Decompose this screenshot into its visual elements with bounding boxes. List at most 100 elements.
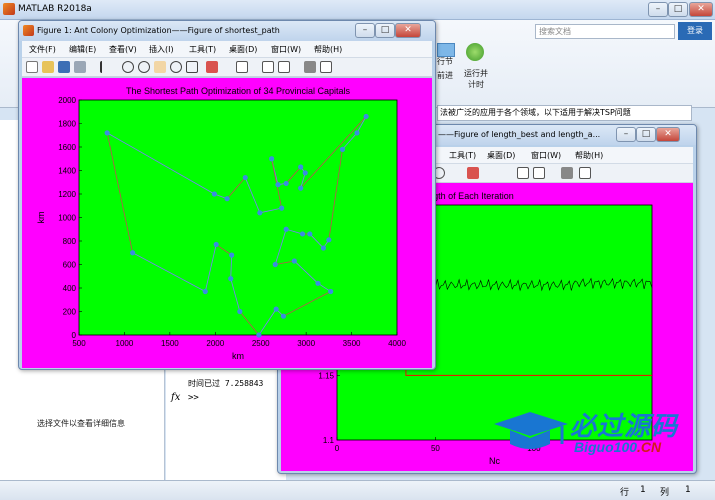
y-tick-label-4: 800: [63, 237, 77, 246]
close-button[interactable]: ✕: [689, 2, 713, 17]
menu-desktop[interactable]: 桌面(D): [229, 44, 257, 55]
city-point: [211, 191, 217, 197]
city-point: [229, 252, 235, 258]
city-point: [291, 258, 297, 264]
y-tick-label-1: 1.15: [318, 371, 334, 380]
y-tick-label-6: 1200: [58, 190, 76, 199]
menu-tools[interactable]: 工具(T): [189, 44, 216, 55]
x-tick-label-2: 1500: [161, 339, 179, 348]
city-point: [339, 146, 346, 152]
link-plot-icon[interactable]: [236, 61, 248, 73]
pointer-icon[interactable]: [100, 61, 112, 73]
city-point: [273, 306, 279, 312]
y-tick-label-3: 600: [63, 261, 77, 270]
figure1-close-button[interactable]: ✕: [395, 23, 421, 38]
hide-tools-icon[interactable]: [304, 61, 316, 73]
legend-icon[interactable]: [533, 167, 545, 179]
open-icon[interactable]: [42, 61, 54, 73]
chart-title: The Shortest Path Optimization of 34 Pro…: [126, 86, 351, 96]
brush-icon[interactable]: [467, 167, 479, 179]
city-point: [213, 241, 219, 248]
city-point: [299, 231, 306, 237]
figure2-maximize-button[interactable]: □: [636, 127, 656, 142]
login-button[interactable]: 登录: [678, 22, 712, 40]
zoom-out-icon[interactable]: [138, 61, 150, 73]
colorbar-icon[interactable]: [517, 167, 529, 179]
menu-tools[interactable]: 工具(T): [449, 150, 476, 161]
dock-icon[interactable]: [579, 167, 591, 179]
figure1-menubar: 文件(F) 编辑(E) 查看(V) 插入(I) 工具(T) 桌面(D) 窗口(W…: [22, 41, 432, 58]
new-figure-icon[interactable]: [26, 61, 38, 73]
figure2-minimize-button[interactable]: –: [616, 127, 636, 142]
ribbon-cmd-1-top[interactable]: 行节: [437, 56, 453, 67]
figure1-maximize-button[interactable]: □: [375, 23, 395, 38]
menu-window[interactable]: 窗口(W): [271, 44, 301, 55]
pan-icon[interactable]: [154, 61, 166, 73]
hide-tools-icon[interactable]: [561, 167, 573, 179]
city-point: [280, 313, 287, 319]
save-icon[interactable]: [58, 61, 70, 73]
shortest-path-chart: The Shortest Path Optimization of 34 Pro…: [36, 86, 406, 361]
brush-icon[interactable]: [206, 61, 218, 73]
menu-help[interactable]: 帮助(H): [575, 150, 603, 161]
status-bar: 行 1 列 1: [0, 480, 715, 500]
figure1-minimize-button[interactable]: –: [355, 23, 375, 38]
data-cursor-icon[interactable]: [186, 61, 198, 73]
x-tick-label-4: 2500: [252, 339, 270, 348]
city-point: [363, 113, 369, 120]
y-tick-label-0: 1.1: [323, 436, 335, 445]
address-bar[interactable]: 法被广泛的应用于各个领域，以下适用于解决TSP问题: [437, 105, 692, 121]
legend-icon[interactable]: [278, 61, 290, 73]
menu-window[interactable]: 窗口(W): [531, 150, 561, 161]
maximize-button[interactable]: □: [668, 2, 688, 17]
menu-edit[interactable]: 编辑(E): [69, 44, 96, 55]
x-tick-label-7: 4000: [388, 339, 406, 348]
ribbon-cmd-1-bottom[interactable]: 前进: [437, 70, 453, 81]
x-tick-label-0: 500: [72, 339, 86, 348]
city-point: [354, 130, 360, 136]
city-point: [298, 185, 304, 191]
city-point: [269, 156, 275, 162]
y-tick-label-7: 1400: [58, 167, 76, 176]
minimize-button[interactable]: –: [648, 2, 668, 17]
x-tick-label-3: 2000: [206, 339, 224, 348]
search-input[interactable]: 搜索文档: [535, 24, 675, 39]
figure2-title: ——Figure of length_best and length_a...: [438, 130, 601, 139]
menu-help[interactable]: 帮助(H): [314, 44, 342, 55]
menu-view[interactable]: 查看(V): [109, 44, 137, 55]
run-and-time-icon[interactable]: [466, 43, 484, 61]
step-icon[interactable]: [437, 43, 455, 57]
city-point: [279, 205, 285, 211]
figure2-close-button[interactable]: ✕: [656, 127, 680, 142]
figure1-title: Figure 1: Ant Colony Optimization——Figur…: [37, 26, 280, 35]
y-tick-label-9: 1800: [58, 120, 76, 129]
city-point: [224, 196, 230, 202]
print-icon[interactable]: [74, 61, 86, 73]
run-and-time-label-1[interactable]: 运行并: [464, 68, 488, 79]
city-point: [257, 210, 263, 216]
y-tick-label-5: 1000: [58, 214, 76, 223]
rotate-icon[interactable]: [170, 61, 182, 73]
x-tick-label-1: 1000: [116, 339, 134, 348]
app-title: MATLAB R2018a: [18, 4, 92, 14]
zoom-in-icon[interactable]: [122, 61, 134, 73]
watermark-en-prefix: Biguo100: [574, 439, 638, 455]
city-point: [302, 170, 308, 176]
command-prompt[interactable]: >>: [188, 393, 199, 403]
x-tick-label-5: 3000: [297, 339, 315, 348]
city-point: [237, 308, 243, 315]
details-hint: 选择文件以查看详细信息: [37, 419, 125, 428]
run-and-time-label-2[interactable]: 计时: [468, 79, 484, 90]
colorbar-icon[interactable]: [262, 61, 274, 73]
watermark-logo-icon: [494, 412, 568, 449]
figure1-window[interactable]: Figure 1: Ant Colony Optimization——Figur…: [18, 20, 436, 370]
menu-file[interactable]: 文件(F): [29, 44, 56, 55]
dock-icon[interactable]: [320, 61, 332, 73]
y-tick-label-8: 1600: [58, 143, 76, 152]
figure1-titlebar[interactable]: Figure 1: Ant Colony Optimization——Figur…: [19, 21, 435, 41]
figure1-toolbar: [22, 58, 432, 77]
app-titlebar: MATLAB R2018a – □ ✕: [0, 0, 715, 20]
menu-desktop[interactable]: 桌面(D): [487, 150, 515, 161]
menu-insert[interactable]: 插入(I): [149, 44, 174, 55]
city-point: [315, 280, 321, 286]
